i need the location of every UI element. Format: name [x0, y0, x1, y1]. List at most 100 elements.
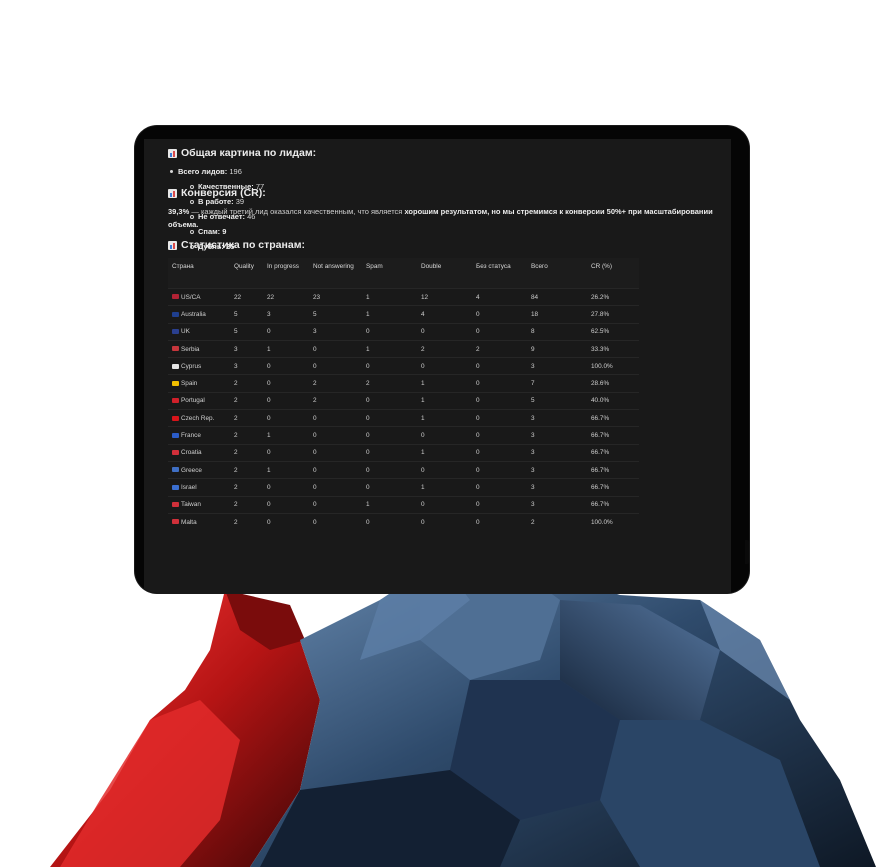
- table-cell: 2: [417, 339, 472, 358]
- country-name: Croatia: [181, 449, 202, 457]
- column-header: Всего: [527, 258, 587, 289]
- table-cell: 5: [309, 305, 362, 324]
- total-label: Всего лидов:: [178, 167, 228, 176]
- table-cell: 0: [362, 357, 417, 375]
- flag-icon: [172, 450, 179, 456]
- table-cell: 0: [263, 391, 309, 410]
- table-cell: 0: [417, 512, 472, 531]
- list-item: Спам: 9: [178, 224, 731, 239]
- table-cell: 3: [527, 478, 587, 497]
- table-cell: 2: [527, 512, 587, 531]
- table-cell: 4: [472, 287, 527, 306]
- table-cell: 3: [230, 339, 263, 358]
- table-cell: 1: [417, 478, 472, 497]
- table-row: US/CA 22 22 23 1 12 4 84 26.2%: [168, 287, 639, 306]
- table-cell: 0: [309, 409, 362, 427]
- table-cell: 26.2%: [587, 287, 639, 306]
- table-row: Australia 5 3 5 1 4 0 18 27.8%: [168, 305, 639, 324]
- list-item: Не отвечает: 46: [178, 209, 731, 224]
- country-name: Israel: [181, 483, 197, 491]
- country-name: Czech Rep.: [181, 414, 215, 422]
- table-cell: 0: [263, 357, 309, 375]
- country-cell: Taiwan: [168, 495, 230, 514]
- table-cell: 0: [472, 409, 527, 427]
- table-cell: 3: [527, 495, 587, 514]
- table-cell: 1: [263, 460, 309, 479]
- flag-icon: [172, 415, 179, 421]
- table-cell: 0: [263, 478, 309, 497]
- table-cell: 27.8%: [587, 305, 639, 324]
- table-cell: 0: [263, 322, 309, 341]
- table-cell: 66.7%: [587, 409, 639, 427]
- column-header: In progress: [263, 258, 309, 289]
- table-cell: 2: [230, 374, 263, 393]
- column-header: Spam: [362, 258, 417, 289]
- table-row: Cyprus 3 0 0 0 0 0 3 100.0%: [168, 357, 639, 375]
- country-name: France: [181, 432, 201, 440]
- table-cell: 0: [417, 426, 472, 445]
- table-cell: 66.7%: [587, 460, 639, 479]
- table-cell: 66.7%: [587, 478, 639, 497]
- table-cell: 3: [309, 322, 362, 341]
- overview-heading-text: Общая картина по лидам:: [181, 147, 317, 159]
- overview-sublist: Качественные: 77 В работе: 39 Не отвечае…: [178, 179, 731, 254]
- table-cell: 0: [362, 460, 417, 479]
- table-body: US/CA 22 22 23 1 12 4 84 26.2% Australia 5 3 5 1 4 0 18 2…: [168, 287, 639, 531]
- flag-icon: [172, 484, 179, 490]
- country-cell: Spain: [168, 374, 230, 393]
- table-cell: 2: [230, 391, 263, 410]
- country-cell: Czech Rep.: [168, 409, 230, 427]
- column-header: Not answering: [309, 258, 362, 289]
- list-item: В работе: 39: [178, 194, 731, 209]
- table-row: Portugal 2 0 2 0 1 0 5 40.0%: [168, 391, 639, 410]
- table-row: France 2 1 0 0 0 0 3 66.7%: [168, 426, 639, 445]
- table-cell: 1: [263, 339, 309, 358]
- bar-chart-icon: [168, 240, 177, 250]
- flag-icon: [172, 329, 179, 335]
- table-cell: 0: [362, 426, 417, 445]
- country-stats-table: Страна Quality In progress Not answering…: [168, 258, 639, 531]
- table-cell: 1: [417, 391, 472, 410]
- table-cell: 1: [263, 426, 309, 445]
- table-cell: 0: [362, 409, 417, 427]
- table-cell: 0: [309, 460, 362, 479]
- table-row: Malta 2 0 0 0 0 0 2 100.0%: [168, 512, 639, 531]
- table-row: Israel 2 0 0 0 1 0 3 66.7%: [168, 478, 639, 497]
- table-cell: 18: [527, 305, 587, 324]
- table-cell: 66.7%: [587, 443, 639, 462]
- table-cell: 100.0%: [587, 357, 639, 375]
- table-cell: 2: [309, 374, 362, 393]
- table-row: Czech Rep. 2 0 0 0 1 0 3 66.7%: [168, 409, 639, 427]
- table-cell: 3: [527, 409, 587, 427]
- table-cell: 0: [362, 478, 417, 497]
- table-row: Spain 2 0 2 2 1 0 7 28.6%: [168, 374, 639, 393]
- table-cell: 0: [472, 426, 527, 445]
- table-cell: 4: [417, 305, 472, 324]
- table-cell: 0: [309, 339, 362, 358]
- table-cell: 62.5%: [587, 322, 639, 341]
- country-name: Spain: [181, 380, 198, 388]
- table-cell: 1: [362, 287, 417, 306]
- table-cell: 0: [472, 322, 527, 341]
- table-row: Greece 2 1 0 0 0 0 3 66.7%: [168, 460, 639, 479]
- table-cell: 3: [230, 357, 263, 375]
- table-cell: 0: [417, 322, 472, 341]
- country-name: Cyprus: [181, 362, 202, 370]
- table-cell: 2: [309, 391, 362, 410]
- item-value: 9: [222, 227, 227, 236]
- table-cell: 0: [263, 443, 309, 462]
- table-cell: 0: [472, 357, 527, 375]
- table-cell: 0: [263, 409, 309, 427]
- table-cell: 2: [230, 409, 263, 427]
- table-cell: 0: [263, 512, 309, 531]
- column-header: Quality: [230, 258, 263, 289]
- table-cell: 2: [230, 495, 263, 514]
- country-cell: US/CA: [168, 287, 230, 306]
- item-label: Не отвечает:: [198, 212, 246, 221]
- table-cell: 0: [472, 478, 527, 497]
- table-cell: 0: [472, 512, 527, 531]
- report-content: Общая картина по лидам: Всего лидов: 1 9 6…: [144, 139, 731, 531]
- table-cell: 0: [309, 512, 362, 531]
- column-header: Без статуса: [472, 258, 527, 289]
- table-row: Croatia 2 0 0 0 1 0 3 66.7%: [168, 443, 639, 462]
